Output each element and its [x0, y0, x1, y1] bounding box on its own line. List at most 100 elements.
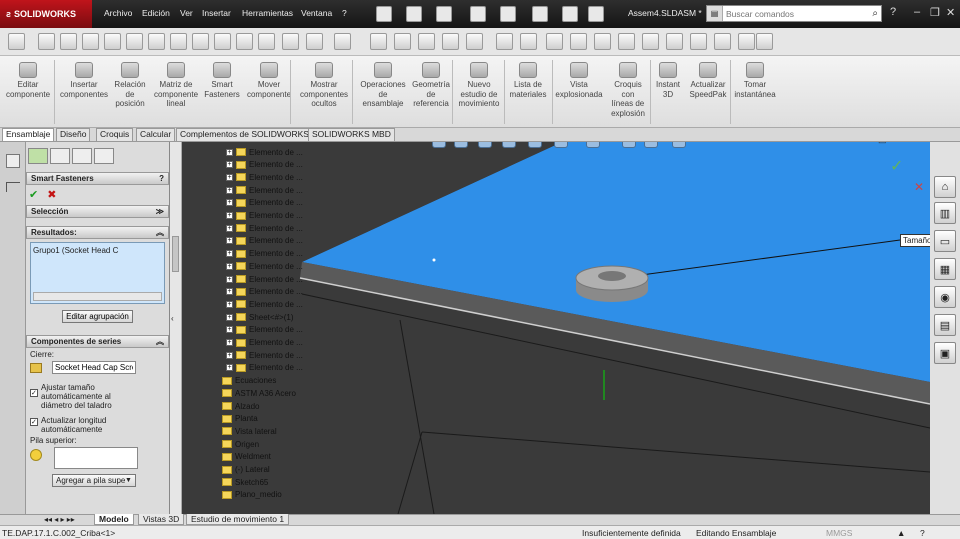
tree-item[interactable]: Plano_medio — [222, 489, 282, 501]
expand-icon[interactable]: + — [226, 186, 233, 194]
tree-item[interactable]: + Elemento de ... — [226, 273, 303, 285]
display-manager-tab-icon[interactable] — [94, 148, 114, 164]
restore-icon[interactable]: ❐ — [930, 6, 940, 19]
tree-item[interactable]: + Elemento de ... — [226, 171, 303, 183]
tree-item[interactable]: + Elemento de ... — [226, 159, 303, 171]
home-icon[interactable]: ⌂ — [934, 176, 956, 198]
tree-item[interactable]: + Elemento de ... — [226, 349, 303, 361]
bottom-tab-vistas-3d[interactable]: Vistas 3D — [138, 514, 185, 525]
tab-scroll-arrows[interactable]: ◂◂ ◂ ▸ ▸▸ — [44, 515, 75, 524]
tree-item[interactable]: Alzado — [222, 400, 259, 412]
help-icon[interactable]: ? — [159, 173, 164, 184]
expand-icon[interactable]: + — [226, 250, 233, 258]
view-tool-icon[interactable] — [554, 142, 568, 148]
solidworks-forum-icon[interactable]: ▣ — [934, 342, 956, 364]
menu-edicion[interactable]: Edición — [142, 8, 170, 18]
search-input[interactable] — [726, 8, 856, 19]
command-button[interactable]: Insertar componentes — [58, 62, 110, 99]
expand-icon[interactable]: + — [226, 275, 233, 283]
tree-item[interactable]: Sketch65 — [222, 476, 268, 488]
series-section-header[interactable]: Componentes de series ︽ — [26, 335, 169, 348]
undo-icon[interactable] — [500, 6, 516, 22]
toolbar-icon[interactable] — [38, 33, 55, 50]
options-icon[interactable] — [588, 6, 604, 22]
command-button[interactable]: Vista explosionada — [554, 62, 604, 99]
expand-icon[interactable]: + — [226, 212, 233, 219]
tree-item[interactable]: + Elemento de ... — [226, 324, 303, 336]
toolbar-icon[interactable] — [126, 33, 143, 50]
toolbar-icon[interactable] — [334, 33, 351, 50]
cancel-x-icon[interactable]: ✖ — [47, 189, 56, 201]
tree-item[interactable]: Weldment — [222, 451, 271, 463]
command-button[interactable]: Nuevo estudio de movimiento — [456, 62, 502, 109]
expand-chevron-icon[interactable]: ≫ — [156, 206, 164, 217]
results-scrollbar[interactable] — [33, 292, 162, 301]
tree-item[interactable]: + Elemento de ... — [226, 362, 303, 374]
command-button[interactable]: Lista de materiales — [508, 62, 548, 99]
view-tool-icon[interactable] — [644, 142, 658, 148]
expand-icon[interactable]: + — [226, 199, 233, 207]
expand-icon[interactable]: + — [226, 148, 233, 156]
status-units[interactable]: MMGS — [826, 528, 852, 538]
toolbar-icon[interactable] — [666, 33, 683, 50]
fastener-field[interactable] — [52, 361, 136, 374]
expand-icon[interactable]: + — [226, 313, 233, 321]
auto-size-checkbox[interactable]: ✓ — [30, 389, 38, 397]
tab-dise-o[interactable]: Diseño — [56, 128, 91, 141]
toolbar-icon[interactable] — [442, 33, 459, 50]
tree-item[interactable]: + Elemento de ... — [226, 222, 303, 234]
appearances-icon[interactable]: ◉ — [934, 286, 956, 308]
help-icon[interactable]: ? — [890, 6, 896, 18]
toolbar-icon[interactable] — [594, 33, 611, 50]
tree-item[interactable]: + Sheet<#>(1) — [226, 311, 293, 323]
expand-icon[interactable]: + — [226, 300, 233, 308]
toolbar-icon[interactable] — [8, 33, 25, 50]
expand-icon[interactable]: + — [226, 326, 233, 334]
sketch-icon[interactable] — [6, 182, 20, 192]
select-icon[interactable] — [532, 6, 548, 22]
command-button[interactable]: Relación de posición — [112, 62, 148, 109]
menu-archivo[interactable]: Archivo — [104, 8, 132, 18]
close-icon[interactable]: ✕ — [946, 6, 955, 19]
command-button[interactable]: Actualizar SpeedPak — [686, 62, 730, 99]
view-tool-icon[interactable] — [586, 142, 600, 148]
view-tool-icon[interactable] — [528, 142, 542, 148]
new-document-icon[interactable] — [376, 6, 392, 22]
toolbar-icon[interactable] — [466, 33, 483, 50]
toolbar-icon[interactable] — [546, 33, 563, 50]
menu-ventana[interactable]: Ventana — [301, 8, 332, 18]
expand-icon[interactable]: + — [226, 351, 233, 359]
command-button[interactable]: Mostrar componentes ocultos — [296, 62, 352, 109]
tree-item[interactable]: + Elemento de ... — [226, 337, 303, 349]
expand-icon[interactable]: + — [226, 339, 233, 346]
custom-properties-icon[interactable]: ▤ — [934, 314, 956, 336]
toolbar-icon[interactable] — [690, 33, 707, 50]
view-tool-icon[interactable] — [432, 142, 446, 148]
tree-item[interactable]: + Elemento de ... — [226, 197, 303, 209]
expand-icon[interactable]: + — [226, 224, 233, 232]
top-stack-list[interactable] — [54, 447, 138, 469]
toolbar-icon[interactable] — [570, 33, 587, 50]
feature-manager-tab-icon[interactable] — [28, 148, 48, 164]
toolbar-icon[interactable] — [258, 33, 275, 50]
pm-scroll-thumb[interactable] — [172, 236, 179, 272]
auto-length-checkbox[interactable]: ✓ — [30, 418, 38, 426]
feature-tree-icon[interactable] — [6, 154, 20, 168]
command-button[interactable]: Mover componente — [244, 62, 294, 99]
units-dropdown-icon[interactable]: ▲ — [897, 528, 905, 538]
open-icon[interactable] — [406, 6, 422, 22]
menu-help[interactable]: ? — [342, 8, 347, 18]
command-button[interactable]: Smart Fasteners — [202, 62, 242, 99]
add-stack-dropdown[interactable]: Agregar a pila supe ▼ — [52, 474, 136, 487]
pm-scrollbar[interactable]: ‹ — [170, 142, 182, 514]
view-tool-icon[interactable] — [502, 142, 516, 148]
toolbar-icon[interactable] — [370, 33, 387, 50]
toolbar-icon[interactable] — [104, 33, 121, 50]
toolbar-icon[interactable] — [642, 33, 659, 50]
selection-section-header[interactable]: Selección ≫ — [26, 205, 169, 218]
view-tool-icon[interactable] — [454, 142, 468, 148]
results-list[interactable]: Grupo1 (Socket Head C — [30, 242, 165, 304]
search-commands-box[interactable]: ▤ ⌕ — [706, 5, 882, 22]
folder-icon[interactable]: ▭ — [934, 230, 956, 252]
toolbar-icon[interactable] — [236, 33, 253, 50]
